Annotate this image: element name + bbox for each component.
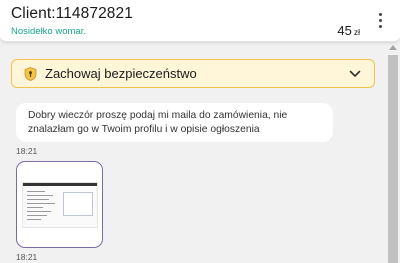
listing-price: 45 zł: [337, 23, 360, 38]
safety-banner-label: Zachowaj bezpieczeństwo: [45, 66, 197, 81]
scrollbar-thumb[interactable]: [388, 55, 398, 263]
price-value: 45: [337, 23, 352, 38]
chat-scrollbar[interactable]: [386, 42, 400, 263]
listing-title[interactable]: Nosidełko womar.: [11, 26, 86, 37]
scroll-up-arrow-icon[interactable]: [389, 45, 397, 50]
chat-conversation: Zachowaj bezpieczeństwo Dobry wieczór pr…: [0, 42, 386, 263]
image-attachment[interactable]: [16, 161, 103, 248]
client-title: Client:114872821: [11, 5, 133, 22]
screenshot-thumbnail: [22, 182, 98, 228]
message-timestamp: 18:21: [16, 252, 38, 262]
chat-header: Client:114872821 Nosidełko womar. 45 zł: [0, 0, 400, 42]
safety-banner[interactable]: Zachowaj bezpieczeństwo: [11, 59, 375, 88]
kebab-menu-icon[interactable]: [375, 11, 385, 31]
price-currency: zł: [353, 27, 360, 37]
message-bubble: Dobry wieczór proszę podaj mi maila do z…: [16, 103, 333, 142]
chevron-down-icon[interactable]: [349, 69, 361, 79]
shield-icon: [24, 67, 37, 81]
message-timestamp: 18:21: [16, 146, 38, 156]
